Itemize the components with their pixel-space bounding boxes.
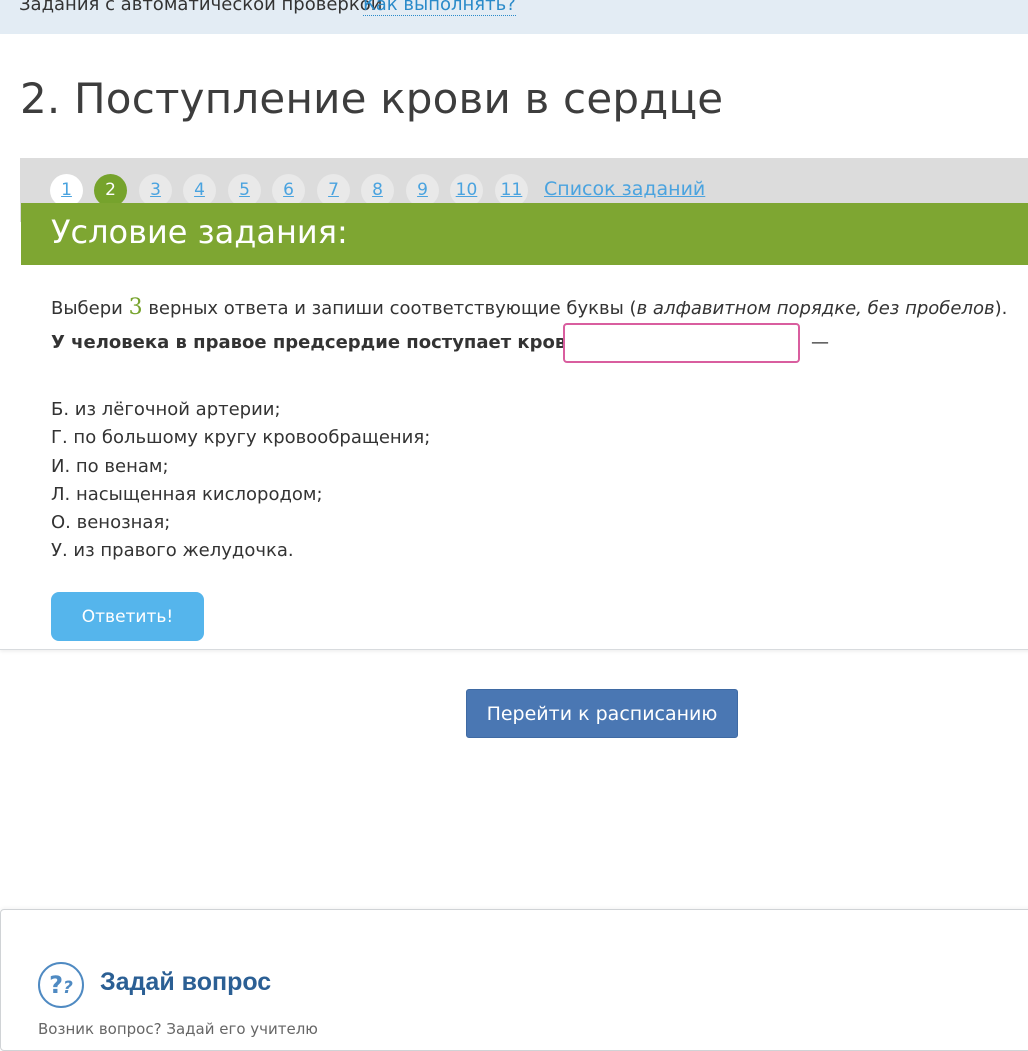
instruction-pre: Выбери — [51, 298, 129, 319]
task-header: Условие задания: — [21, 203, 1028, 265]
option-item: Г. по большому кругу кровообращения; — [51, 427, 431, 449]
answer-dash: — — [811, 332, 829, 353]
answer-input[interactable] — [563, 323, 800, 363]
option-item: Л. насыщенная кислородом; — [51, 483, 323, 505]
task-instruction: Выбери 3 верных ответа и запиши соответс… — [51, 295, 1007, 320]
task-header-title: Условие задания: — [51, 213, 348, 251]
ask-question-subtitle: Возник вопрос? Задай его учителю — [38, 1020, 318, 1038]
auto-check-label: Задания с автоматической проверкой — [19, 0, 383, 15]
submit-answer-button[interactable]: Ответить! — [51, 592, 204, 641]
option-item: И. по венам; — [51, 455, 169, 477]
instruction-mid: верных ответа и запиши соответствующие б… — [142, 298, 637, 319]
top-bar: Задания с автоматической проверкой Как в… — [0, 0, 1028, 34]
option-item: О. венозная; — [51, 512, 171, 534]
task-body: Выбери 3 верных ответа и запиши соответс… — [21, 265, 1028, 648]
task-list-link[interactable]: Список заданий — [544, 178, 705, 200]
option-item: Б. из лёгочной артерии; — [51, 399, 281, 420]
question-icon: ?? — [38, 962, 84, 1008]
how-to-link[interactable]: Как выполнять? — [363, 0, 516, 16]
page-title: 2. Поступление крови в сердце — [20, 74, 724, 123]
instruction-italic: в алфавитном порядке, без пробелов — [636, 298, 995, 319]
ask-question-title[interactable]: Задай вопрос — [100, 968, 271, 997]
instruction-post: ). — [994, 298, 1008, 319]
go-to-schedule-button[interactable]: Перейти к расписанию — [466, 689, 738, 738]
answer-options: Б. из лёгочной артерии; Г. по большому к… — [51, 396, 430, 566]
answer-count: 3 — [128, 295, 143, 320]
ask-question-panel: ?? Задай вопрос Возник вопрос? Задай его… — [0, 909, 1028, 1051]
question-text: У человека в правое предсердие поступает… — [51, 332, 585, 353]
option-item: У. из правого желудочка. — [51, 540, 294, 562]
